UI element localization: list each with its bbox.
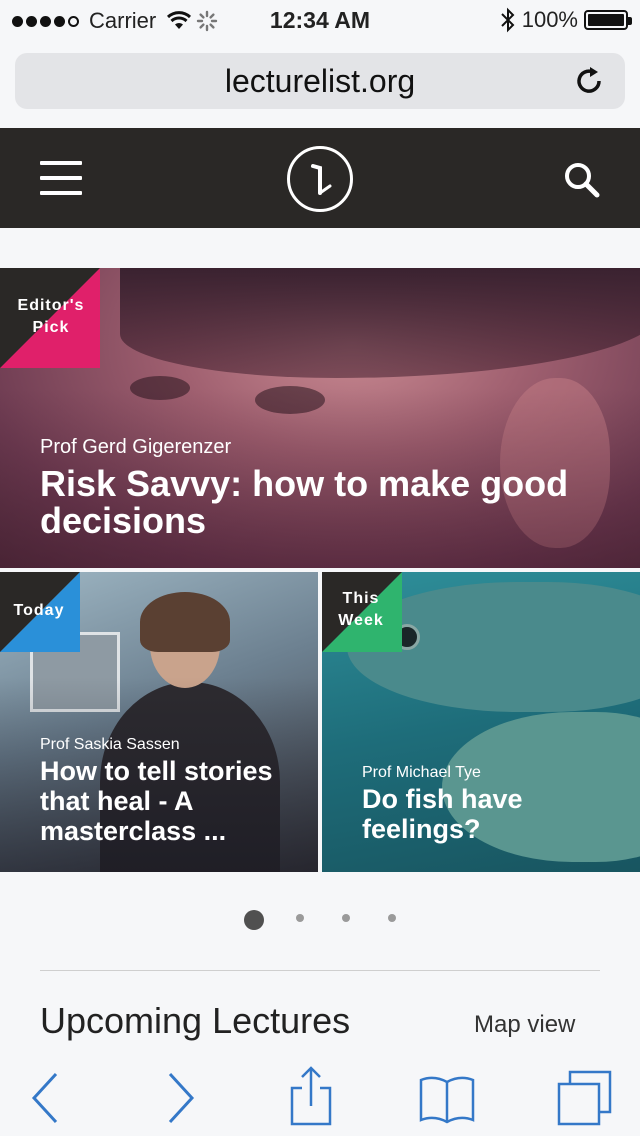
- status-bar: Carrier 12:34 AM 100%: [0, 0, 640, 42]
- badge-label: This Week: [338, 590, 384, 629]
- battery-percent: 100%: [521, 7, 578, 32]
- lecture-author: Prof Gerd Gigerenzer: [40, 436, 232, 458]
- bluetooth-icon: [501, 7, 515, 33]
- section-title: Upcoming Lectures: [40, 1000, 351, 1041]
- tabs-icon[interactable]: [550, 1060, 620, 1130]
- pager-dot[interactable]: [244, 910, 264, 930]
- hero-text: Prof Gerd Gigerenzer Risk Savvy: how to …: [40, 436, 610, 539]
- lecturelist-logo-icon: [311, 164, 332, 195]
- lecture-author: Prof Michael Tye: [362, 764, 481, 781]
- share-icon[interactable]: [276, 1060, 346, 1130]
- back-icon[interactable]: [12, 1060, 82, 1130]
- forward-icon[interactable]: [146, 1060, 216, 1130]
- featured-lecture-hero[interactable]: Editor's Pick Prof Gerd Gigerenzer Risk …: [0, 268, 640, 568]
- pager-dot[interactable]: [342, 914, 350, 922]
- lecture-title[interactable]: How to tell stories that heal - A master…: [40, 756, 300, 846]
- lecture-tile-this-week[interactable]: This Week Prof Michael Tye Do fish have …: [322, 572, 640, 872]
- address-bar[interactable]: lecturelist.org: [15, 53, 625, 109]
- tile-text: Prof Saskia Sassen How to tell stories t…: [40, 736, 300, 846]
- battery-icon: [584, 10, 632, 30]
- tile-text: Prof Michael Tye Do fish have feelings?: [362, 764, 582, 844]
- site-logo[interactable]: [287, 146, 353, 212]
- lecture-author: Prof Saskia Sassen: [40, 736, 180, 753]
- pager-dot[interactable]: [296, 914, 304, 922]
- browser-toolbar: [0, 1052, 640, 1136]
- carousel-pager: [0, 908, 640, 932]
- lecture-title[interactable]: Risk Savvy: how to make good decisions: [40, 465, 610, 539]
- site-header: [0, 128, 640, 228]
- status-right: 100%: [500, 7, 632, 33]
- badge-label: Today: [13, 602, 65, 619]
- menu-icon[interactable]: [40, 161, 82, 195]
- lecture-tile-today[interactable]: Today Prof Saskia Sassen How to tell sto…: [0, 572, 318, 872]
- lecture-title[interactable]: Do fish have feelings?: [362, 784, 582, 844]
- badge-label: Editor's Pick: [17, 297, 85, 336]
- pager-dot[interactable]: [388, 914, 396, 922]
- section-divider: [40, 970, 600, 971]
- url-text[interactable]: lecturelist.org: [15, 63, 625, 100]
- map-view-link[interactable]: Map view: [474, 1011, 575, 1039]
- search-icon[interactable]: [562, 160, 602, 200]
- reload-icon[interactable]: [573, 65, 605, 97]
- bookmarks-icon[interactable]: [412, 1060, 482, 1130]
